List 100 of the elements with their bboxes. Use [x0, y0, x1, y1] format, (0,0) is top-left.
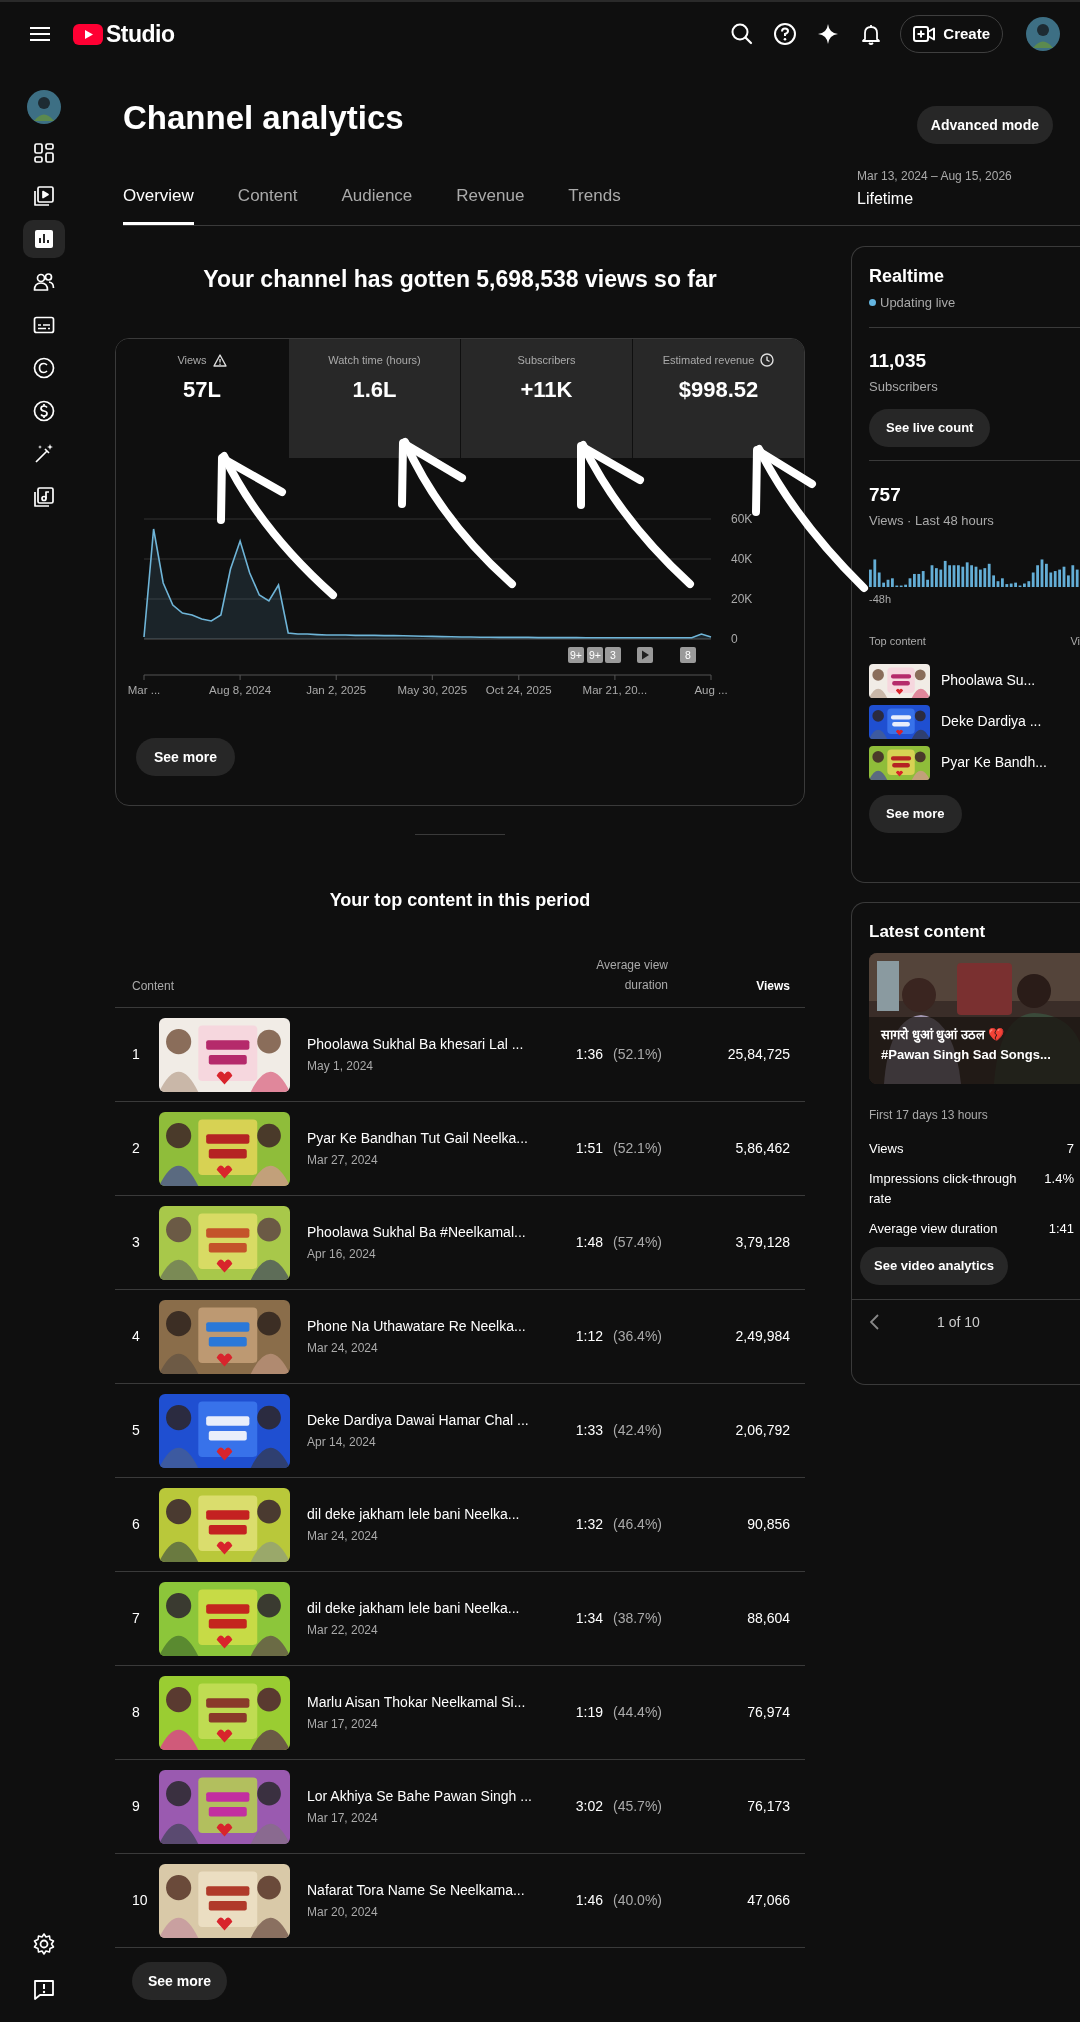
video-analytics-button[interactable]: See video analytics [860, 1246, 1008, 1285]
column-header[interactable]: Views [668, 977, 805, 995]
column-header[interactable]: Average view duration [468, 955, 668, 995]
video-date: Mar 27, 2024 [307, 1152, 379, 1169]
live-count-button[interactable]: See live count [869, 408, 991, 447]
period-label[interactable]: Lifetime [857, 187, 1053, 211]
rank-number: 9 [131, 1797, 141, 1816]
video-date: Apr 16, 2024 [307, 1246, 377, 1263]
views-count: 76,173 [746, 1797, 791, 1816]
dollar-icon [32, 399, 56, 423]
tab[interactable]: Audience [341, 182, 413, 225]
subscriber-label: Subscribers [869, 378, 939, 396]
views-count: 2,49,984 [734, 1327, 791, 1346]
rank-number: 3 [131, 1233, 141, 1252]
column-label: Top content [869, 634, 926, 649]
video-title[interactable]: dil deke jakham lele bani Neelka... [307, 1598, 557, 1619]
advanced-mode-button[interactable]: Advanced mode [916, 106, 1053, 144]
metric-tab[interactable]: Subscribers +11K [460, 339, 632, 458]
column-label: Vi [1070, 634, 1080, 649]
avatar-icon[interactable] [1026, 17, 1060, 51]
tab[interactable]: Content [237, 182, 298, 225]
video-title[interactable]: Pyar Ke Bandh... [941, 752, 1047, 773]
axis-label: Aug 8, 2024 [209, 684, 272, 696]
search-icon[interactable] [730, 22, 755, 46]
rank-number: 10 [131, 1891, 149, 1910]
views-count: 5,86,462 [734, 1139, 791, 1158]
metric-tab[interactable]: Estimated revenue $998.52 [632, 339, 804, 458]
page-title: Channel analytics [123, 98, 404, 139]
see-more-button[interactable]: See more [869, 794, 962, 833]
logo-text[interactable]: Studio [106, 16, 175, 52]
video-title[interactable]: Nafarat Tora Name Se Neelkama... [307, 1880, 557, 1901]
video-title[interactable]: Marlu Aisan Thokar Neelkamal Si... [307, 1692, 557, 1713]
tab[interactable]: Overview [123, 182, 194, 225]
tab[interactable]: Trends [568, 182, 621, 225]
axis-label: -48h [869, 591, 893, 607]
rank-number: 8 [131, 1703, 141, 1722]
video-title[interactable]: Deke Dardiya ... [941, 711, 1042, 732]
video-date: Mar 24, 2024 [307, 1528, 379, 1545]
axis-label: Aug ... [694, 684, 728, 696]
duration-text: 1:33 [574, 1421, 603, 1440]
axis-label: 60K [731, 512, 753, 526]
rank-number: 2 [131, 1139, 141, 1158]
video-title[interactable]: Phone Na Uthawatare Re Neelka... [307, 1316, 557, 1337]
stat-value: 7 [1066, 1139, 1074, 1158]
card-title: Latest content [868, 921, 987, 943]
card-title: Realtime [869, 265, 946, 288]
percent-text: (44.4%) [613, 1703, 664, 1722]
video-title[interactable]: Phoolawa Su... [941, 670, 1036, 691]
tab[interactable]: Revenue [456, 182, 525, 225]
video-marker[interactable] [637, 647, 653, 663]
feedback-icon[interactable] [32, 1978, 56, 2002]
help-icon[interactable] [773, 22, 798, 46]
axis-label: Mar 21, 20... [582, 684, 648, 696]
video-title[interactable]: Deke Dardiya Dawai Hamar Chal ... [307, 1410, 557, 1431]
video-title[interactable]: Phoolawa Sukhal Ba khesari Lal ... [307, 1034, 557, 1055]
percent-text: (38.7%) [613, 1609, 664, 1628]
duration-text: 1:34 [574, 1609, 603, 1628]
settings-icon[interactable] [32, 1932, 56, 1956]
duration-text: 1:12 [574, 1327, 603, 1346]
see-more-button[interactable]: See more [132, 1962, 228, 2000]
metric-value: 57L [183, 376, 221, 404]
column-header[interactable]: Content [115, 977, 468, 995]
metric-label: Subscribers [517, 352, 576, 368]
percent-text: (52.1%) [613, 1045, 664, 1064]
percent-text: (36.4%) [613, 1327, 664, 1346]
metric-value: 1.6L [352, 376, 397, 404]
period-label: First 17 days 13 hours [868, 1106, 989, 1124]
channel-avatar-icon[interactable] [27, 90, 61, 124]
sidebar-item[interactable] [23, 220, 65, 258]
dashboard-icon [32, 141, 56, 165]
video-date: Mar 24, 2024 [307, 1340, 379, 1357]
duration-text: 1:19 [574, 1703, 603, 1722]
percent-text: (42.4%) [613, 1421, 664, 1440]
metric-label: Watch time (hours) [328, 352, 421, 368]
video-title[interactable]: dil deke jakham lele bani Neelka... [307, 1504, 557, 1525]
previous-icon[interactable] [870, 1314, 879, 1330]
metric-tab[interactable]: Watch time (hours) 1.6L [288, 339, 460, 458]
views-label: Views · Last 48 hours [869, 512, 995, 530]
axis-label: Jan 2, 2025 [306, 684, 367, 696]
duration-text: 1:48 [574, 1233, 603, 1252]
stat-label: Average view duration [869, 1219, 999, 1238]
stat-label: Views [869, 1139, 905, 1158]
metric-label: Estimated revenue [662, 352, 755, 368]
axis-label: Oct 24, 2025 [485, 684, 552, 696]
video-date: May 1, 2024 [307, 1058, 375, 1075]
see-more-button[interactable]: See more [136, 738, 236, 776]
menu-icon[interactable] [30, 26, 50, 42]
clock-icon [760, 353, 775, 367]
views-count: 90,856 [746, 1515, 791, 1534]
video-title[interactable]: Phoolawa Sukhal Ba #Neelkamal... [307, 1222, 557, 1243]
percent-text: (52.1%) [613, 1139, 664, 1158]
rank-number: 5 [131, 1421, 141, 1440]
video-library-icon [32, 184, 56, 208]
video-title[interactable]: Lor Akhiya Se Bahe Pawan Singh ... [307, 1786, 557, 1807]
video-title[interactable]: Pyar Ke Bandhan Tut Gail Neelka... [307, 1128, 557, 1149]
views-count: 88,604 [746, 1609, 791, 1628]
metric-value: +11K [520, 376, 573, 404]
video-date: Mar 20, 2024 [307, 1904, 379, 1921]
views-count: 47,066 [746, 1891, 791, 1910]
video-date: Mar 22, 2024 [307, 1622, 379, 1639]
